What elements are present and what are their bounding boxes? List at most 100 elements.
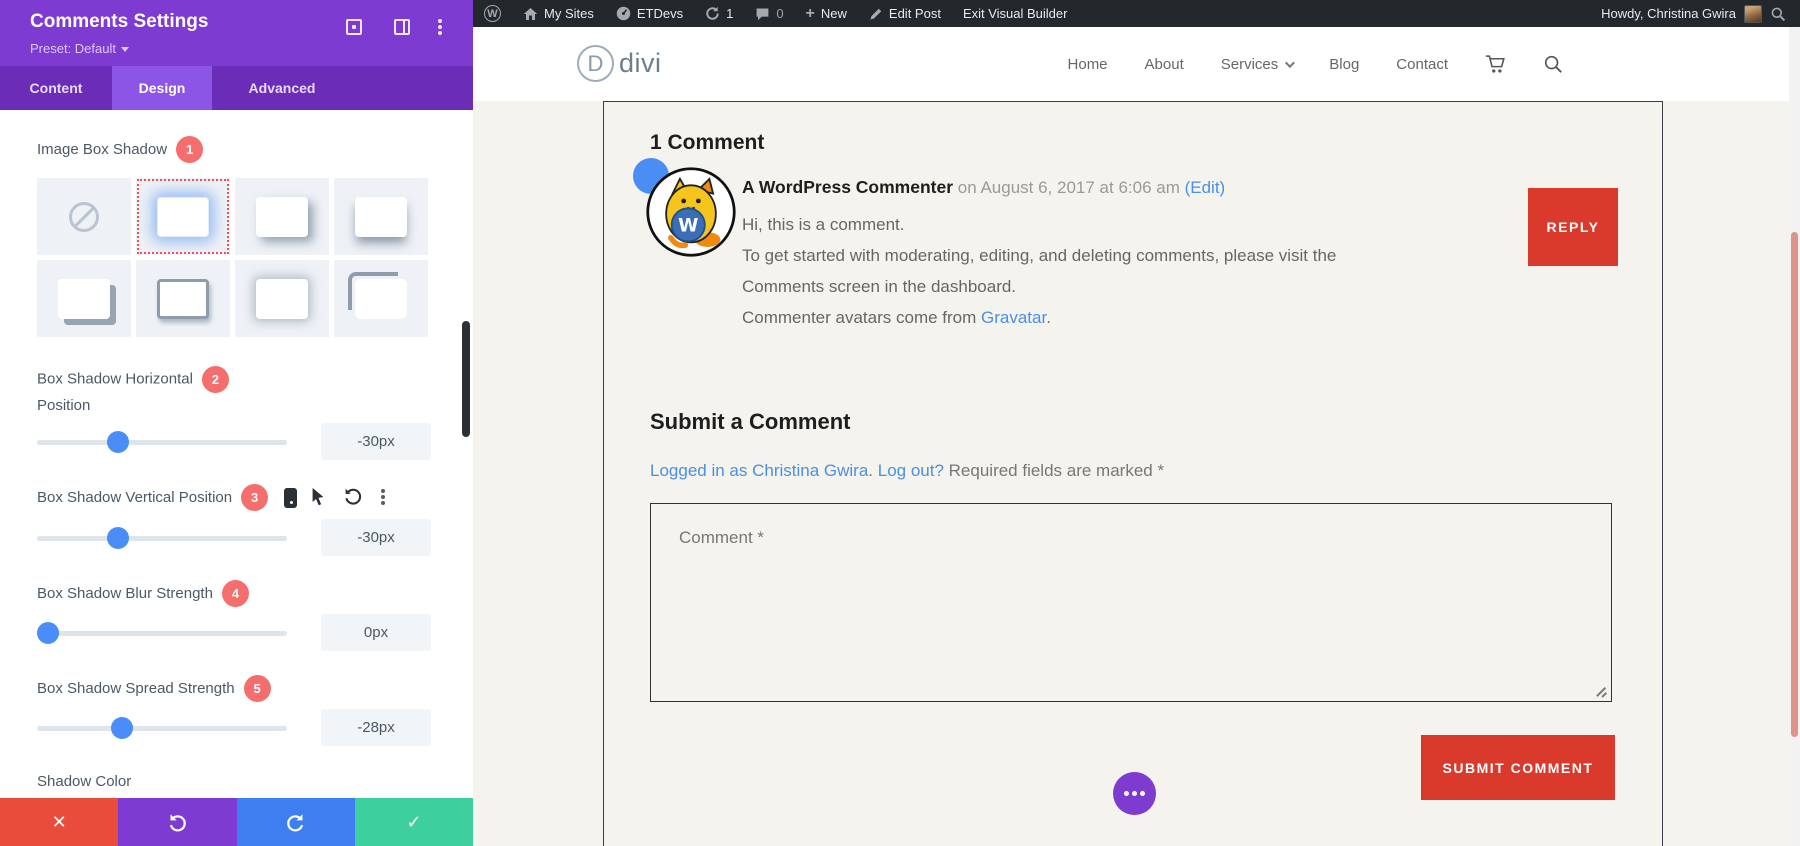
new-content-menu[interactable]: + New	[795, 0, 858, 27]
responsive-phone-icon[interactable]	[284, 487, 298, 508]
nav-contact[interactable]: Contact	[1396, 56, 1448, 73]
my-sites-label: My Sites	[544, 6, 594, 21]
edit-post-menu[interactable]: Edit Post	[858, 0, 952, 27]
comment-line-2: To get started with moderating, editing,…	[742, 246, 1337, 265]
box-shadow-presets	[37, 178, 429, 337]
discard-button[interactable]: ✕	[0, 798, 119, 846]
wp-logo-menu[interactable]: W	[473, 0, 512, 27]
page-preview: 1 Comment W A WordPress Commenter on Aug…	[473, 101, 1800, 846]
split-view-icon[interactable]	[394, 19, 410, 35]
comment-textarea[interactable]	[650, 503, 1612, 702]
new-label: New	[820, 6, 847, 21]
section-options-dots-button[interactable]	[1113, 772, 1156, 815]
shadow-preset-hard-offset[interactable]	[37, 260, 131, 337]
save-button[interactable]: ✓	[354, 798, 473, 846]
gravatar-link[interactable]: Gravatar	[981, 308, 1046, 327]
panel-title: Comments Settings	[30, 11, 209, 32]
nav-home[interactable]: Home	[1068, 56, 1108, 73]
comment-line-3: Comments screen in the dashboard.	[742, 277, 1017, 296]
blur-strength-label: Box Shadow Blur Strength	[37, 585, 213, 602]
comment-bubble-icon	[755, 7, 770, 21]
shadow-preset-none[interactable]	[37, 178, 131, 255]
spread-strength-value[interactable]: -28px	[321, 709, 431, 746]
option-kebab-icon[interactable]	[381, 488, 386, 507]
site-header: D divi Home About Services Blog Contact	[473, 27, 1800, 101]
nav-services[interactable]: Services	[1221, 56, 1296, 73]
vertical-position-value[interactable]: -30px	[321, 519, 431, 556]
shadow-preset-bottom[interactable]	[334, 178, 428, 255]
edit-comment-link[interactable]: (Edit)	[1185, 178, 1226, 197]
updates-menu[interactable]: 1	[694, 0, 744, 27]
wordpress-logo-icon: W	[484, 5, 501, 22]
spread-strength-label-row: Box Shadow Spread Strength 5	[37, 675, 271, 702]
admin-search-icon[interactable]	[1770, 6, 1786, 22]
expand-modal-icon[interactable]	[346, 19, 362, 35]
vertical-position-slider[interactable]	[37, 527, 287, 549]
blur-strength-slider[interactable]	[37, 622, 287, 644]
slider-knob[interactable]	[107, 431, 129, 453]
logged-in-line: Logged in as Christina Gwira. Log out? R…	[650, 461, 1165, 480]
comments-count-heading: 1 Comment	[650, 131, 765, 154]
shadow-preset-border[interactable]	[136, 260, 230, 337]
site-logo[interactable]: D divi	[577, 45, 662, 82]
shadow-preset-corner[interactable]	[334, 260, 428, 337]
shadow-preset-glow-selected[interactable]	[136, 178, 230, 255]
panel-scrollbar-thumb[interactable]	[462, 321, 470, 437]
undo-button[interactable]	[118, 798, 237, 846]
howdy-label: Howdy, Christina Gwira	[1601, 6, 1736, 21]
panel-footer: ✕ ✓	[0, 798, 473, 846]
panel-body: Image Box Shadow 1 Box Shadow Horizontal…	[0, 110, 473, 798]
shadow-preset-bottom-right[interactable]	[235, 178, 329, 255]
gauge-icon	[616, 6, 631, 21]
cart-icon[interactable]	[1485, 54, 1506, 74]
slider-knob[interactable]	[37, 622, 59, 644]
blur-strength-label-row: Box Shadow Blur Strength 4	[37, 580, 249, 607]
comments-menu[interactable]: 0	[744, 0, 794, 27]
caret-down-icon	[121, 47, 129, 53]
tab-advanced[interactable]: Advanced	[212, 66, 352, 110]
hover-cursor-icon[interactable]	[309, 487, 331, 509]
divi-logo-text: divi	[619, 48, 662, 78]
blur-strength-value[interactable]: 0px	[321, 614, 431, 651]
reply-button[interactable]: REPLY	[1528, 188, 1618, 266]
comments-settings-panel: Comments Settings Preset: Default Conten…	[0, 0, 473, 846]
comment-line-1: Hi, this is a comment.	[742, 215, 905, 234]
comment-count: 0	[776, 6, 784, 21]
slider-knob[interactable]	[107, 527, 129, 549]
page-scrollbar[interactable]	[1789, 27, 1800, 846]
howdy-menu[interactable]: Howdy, Christina Gwira	[1601, 0, 1736, 27]
slider-knob[interactable]	[111, 717, 133, 739]
logged-in-as-link[interactable]: Logged in as Christina Gwira	[650, 461, 868, 480]
redo-button[interactable]	[236, 798, 355, 846]
horizontal-position-slider[interactable]	[37, 431, 287, 453]
nav-blog[interactable]: Blog	[1329, 56, 1359, 73]
nav-about[interactable]: About	[1145, 56, 1184, 73]
user-avatar[interactable]	[1744, 4, 1762, 23]
step-badge-4: 4	[221, 580, 249, 607]
chevron-down-icon	[1285, 57, 1296, 68]
updates-icon	[705, 6, 720, 21]
horizontal-position-label: Box Shadow Horizontal 2 Position	[37, 366, 267, 414]
image-box-shadow-label-row: Image Box Shadow 1	[37, 136, 204, 163]
image-box-shadow-label: Image Box Shadow	[37, 141, 168, 158]
etdevs-menu[interactable]: ETDevs	[605, 0, 694, 27]
shadow-color-label: Shadow Color	[37, 773, 132, 790]
step-badge-3: 3	[241, 484, 269, 511]
my-sites-menu[interactable]: My Sites	[512, 0, 605, 27]
spread-strength-slider[interactable]	[37, 717, 287, 739]
shadow-preset-soft-glow[interactable]	[235, 260, 329, 337]
page-scrollbar-thumb[interactable]	[1791, 232, 1798, 737]
exit-visual-builder[interactable]: Exit Visual Builder	[952, 0, 1079, 27]
submit-comment-button[interactable]: SUBMIT COMMENT	[1421, 735, 1615, 800]
tab-content[interactable]: Content	[0, 66, 112, 110]
horizontal-position-value[interactable]: -30px	[321, 423, 431, 460]
preset-selector[interactable]: Preset: Default	[30, 41, 129, 56]
reset-undo-icon[interactable]	[343, 487, 365, 509]
site-nav: Home About Services Blog Contact	[1068, 27, 1563, 101]
comment-line-4: Commenter avatars come from Gravatar.	[742, 308, 1051, 327]
comment-meta: A WordPress Commenter on August 6, 2017 …	[742, 177, 1225, 198]
panel-menu-kebab-icon[interactable]	[438, 19, 442, 35]
tab-design[interactable]: Design	[112, 66, 212, 110]
site-search-icon[interactable]	[1543, 54, 1563, 74]
logout-link[interactable]: Log out?	[878, 461, 944, 480]
